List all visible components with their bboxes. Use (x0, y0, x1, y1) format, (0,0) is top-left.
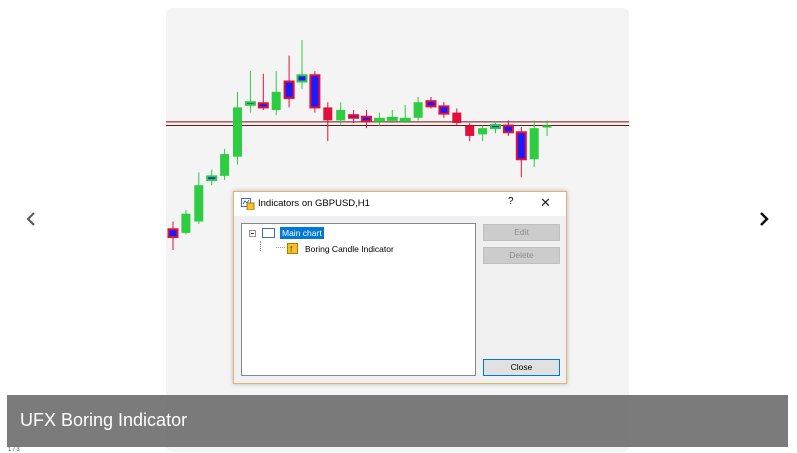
chevron-left-icon (26, 212, 35, 226)
candle-body (194, 185, 204, 222)
candle-body (452, 112, 462, 123)
boring-candle-body (399, 117, 411, 122)
candle (425, 97, 437, 109)
collapse-icon[interactable] (249, 230, 256, 237)
tree-node-indicator[interactable]: Boring Candle Indicator (305, 244, 394, 254)
boring-candle-body (309, 74, 321, 109)
boring-candle-body (167, 228, 179, 239)
candle (181, 210, 191, 235)
candle (502, 120, 514, 136)
candle (283, 55, 295, 108)
tree-node-main-chart-label: Main chart (280, 227, 324, 239)
candle-body (220, 154, 230, 176)
candle (167, 221, 179, 250)
close-button[interactable]: Close (483, 359, 560, 376)
candle (465, 122, 475, 142)
candle (529, 120, 539, 168)
custom-indicator-icon: f (287, 243, 298, 254)
candle-body (271, 91, 281, 110)
dialog-title: Indicators on GBPUSD,H1 (258, 198, 370, 209)
candle (233, 91, 242, 165)
candle-body (478, 128, 488, 135)
tree-connector (260, 241, 261, 251)
carousel-next-button[interactable] (750, 205, 778, 233)
candle (452, 108, 462, 126)
candle-body (233, 107, 242, 157)
boring-candle-body (386, 116, 398, 121)
candle (490, 122, 501, 134)
boring-candle-body (283, 80, 295, 100)
boring-candle-body (438, 105, 450, 115)
edit-button[interactable]: Edit (483, 224, 560, 241)
candle (244, 71, 256, 113)
candle-body (323, 107, 333, 121)
candle (438, 102, 450, 118)
indicators-window-icon (241, 198, 255, 210)
candle (399, 104, 411, 123)
candle-body (413, 102, 423, 118)
slide-counter: 1 / 3 (8, 447, 20, 453)
candle (257, 73, 269, 110)
candle-body (465, 125, 475, 136)
candle-body (181, 213, 191, 233)
chevron-right-icon (760, 212, 769, 226)
boring-candle-body (257, 102, 269, 109)
candle (271, 71, 281, 116)
candle (413, 97, 423, 121)
delete-button[interactable]: Delete (483, 247, 560, 264)
candle-body (529, 128, 539, 160)
candle (220, 148, 230, 180)
candle (478, 125, 488, 142)
boring-candle-body (502, 124, 514, 134)
close-icon[interactable]: ✕ (540, 195, 551, 211)
candle-body (336, 110, 346, 121)
boring-candle-body (348, 114, 360, 119)
candle (515, 127, 527, 178)
candle (348, 110, 360, 123)
dialog-title-bar: Indicators on GBPUSD,H1 ? ✕ (234, 192, 566, 216)
boring-candle-body (244, 101, 256, 106)
candle (542, 120, 552, 136)
boring-candle-body (373, 117, 385, 122)
candle (194, 172, 204, 225)
tree-connector (276, 247, 285, 248)
boring-candle-body (425, 100, 437, 108)
help-button[interactable]: ? (508, 196, 514, 207)
candle (386, 110, 398, 123)
caption-bar: UFX Boring Indicator (7, 395, 788, 447)
candle-body (542, 125, 552, 128)
boring-candle-body (361, 115, 372, 122)
boring-candle-body (515, 131, 527, 161)
slide-caption: UFX Boring Indicator (20, 410, 188, 430)
candle (309, 71, 321, 113)
boring-candle-body (490, 124, 501, 130)
candle (373, 112, 385, 126)
indicators-dialog: Indicators on GBPUSD,H1 ? ✕ Main chart f… (233, 191, 567, 384)
chart-window-icon (262, 228, 275, 238)
carousel-prev-button[interactable] (17, 205, 45, 233)
boring-candle-body (296, 74, 308, 83)
candle (206, 169, 218, 186)
candle (296, 40, 308, 90)
indicator-tree[interactable]: Main chart f Boring Candle Indicator (241, 223, 476, 376)
boring-candle-body (206, 175, 218, 182)
